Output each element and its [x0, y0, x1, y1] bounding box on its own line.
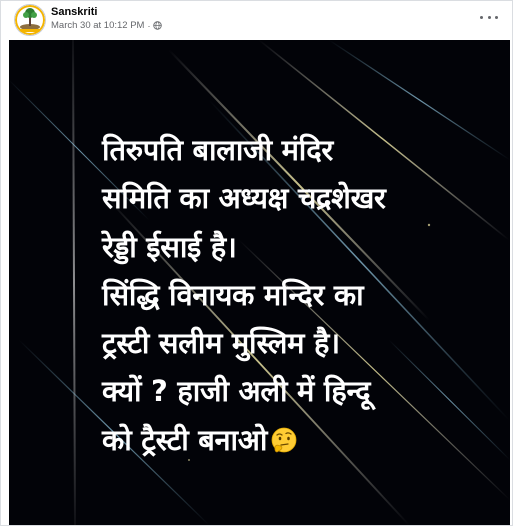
image-text-line: सिंद्धि विनायक मन्दिर का: [102, 277, 364, 312]
image-text-line: ट्रस्टी सलीम मुस्लिम है।: [102, 326, 340, 361]
post-meta: March 30 at 10:12 PM ·: [51, 20, 163, 31]
more-dot: [487, 15, 491, 19]
more-dot: [495, 15, 498, 19]
post-timestamp[interactable]: March 30 at 10:12 PM: [51, 20, 144, 31]
more-dot: [480, 15, 483, 19]
image-text-line-last: को ट्रैस्टी बनाओ: [102, 416, 502, 464]
thinking-face-icon: [271, 427, 297, 453]
image-text-line: रेड्डी ईसाई है।: [102, 229, 237, 264]
image-text-line: तिरुपति बालाजी मंदिर: [102, 133, 333, 167]
globe-icon[interactable]: [153, 21, 163, 30]
more-options-icon[interactable]: [480, 11, 498, 23]
image-text-line: क्यों ? हाजी अली में हिन्दू: [102, 374, 371, 409]
image-text-line: को ट्रैस्टी बनाओ: [102, 422, 268, 457]
page-name-link[interactable]: Sanskriti: [51, 6, 97, 18]
facebook-post-card: Sanskriti March 30 at 10:12 PM · तिरुपति…: [0, 0, 513, 526]
image-text-block: तिरुपति बालाजी मंदिर समिति का अध्यक्ष चद…: [102, 126, 502, 464]
page-avatar[interactable]: [14, 4, 46, 36]
post-header: Sanskriti March 30 at 10:12 PM ·: [1, 1, 512, 39]
sanskriti-logo: [15, 5, 45, 35]
image-text-line: समिति का अध्यक्ष चद्रशेखर: [102, 181, 386, 216]
post-image[interactable]: तिरुपति बालाजी मंदिर समिति का अध्यक्ष चद…: [9, 40, 510, 525]
meta-separator: ·: [147, 20, 151, 31]
